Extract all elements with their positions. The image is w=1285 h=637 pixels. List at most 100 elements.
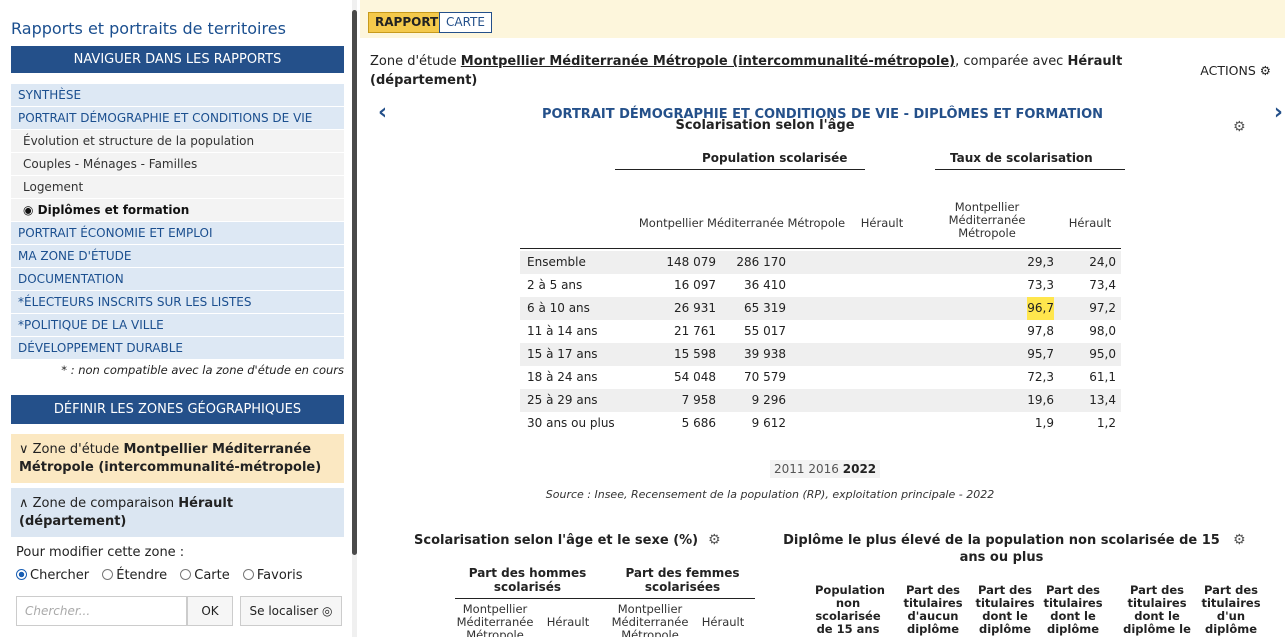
nav-item[interactable]: PORTRAIT DÉMOGRAPHIE ET CONDITIONS DE VI… bbox=[11, 107, 344, 130]
year-2022[interactable]: 2022 bbox=[843, 462, 876, 476]
nav-item[interactable]: SYNTHÈSE bbox=[11, 84, 344, 107]
sub2-title: Diplôme le plus élevé de la population n… bbox=[783, 533, 1220, 565]
cell-taux-her: 98,0 bbox=[1089, 324, 1116, 338]
nav-item-label: SYNTHÈSE bbox=[18, 88, 82, 102]
table-row: 2 à 5 ans 16 097 36 410 73,3 73,4 bbox=[520, 274, 1121, 297]
cell-pop-her: 55 017 bbox=[744, 324, 786, 338]
nav-item[interactable]: *ÉLECTEURS INSCRITS SUR LES LISTES bbox=[11, 291, 344, 314]
zone-summary: Zone d'étude Montpellier Méditerranée Mé… bbox=[370, 54, 1123, 88]
cell-pop-mmm: 54 048 bbox=[674, 370, 716, 384]
nav-item[interactable]: *POLITIQUE DE LA VILLE bbox=[11, 314, 344, 337]
cell-label: 2 à 5 ans bbox=[527, 278, 583, 292]
radio-etendre[interactable]: Étendre bbox=[102, 568, 167, 583]
target-icon: ◎ bbox=[322, 604, 333, 618]
table-title: Scolarisation selon l'âge bbox=[675, 118, 855, 133]
nav-item[interactable]: MA ZONE D'ÉTUDE bbox=[11, 245, 344, 268]
gear-icon[interactable]: ⚙ bbox=[1233, 119, 1246, 135]
nav-item-label: MA ZONE D'ÉTUDE bbox=[18, 249, 132, 263]
cell-pop-mmm: 7 958 bbox=[681, 393, 716, 407]
cell-taux-her: 97,2 bbox=[1089, 301, 1116, 315]
actions-button[interactable]: ACTIONS ⚙ bbox=[1200, 63, 1271, 78]
nav-item[interactable]: Couples - Ménages - Familles bbox=[11, 153, 344, 176]
gear-icon[interactable]: ⚙ bbox=[708, 532, 721, 548]
table-row: 6 à 10 ans 26 931 65 319 96,7 97,2 bbox=[520, 297, 1121, 320]
sub2-col-header: Part des titulaires d'aucun diplôme bbox=[903, 583, 963, 636]
locate-button[interactable]: Se localiser ◎ bbox=[240, 596, 342, 626]
cell-pop-her: 36 410 bbox=[744, 278, 786, 292]
radio-favoris[interactable]: Favoris bbox=[242, 568, 303, 583]
gear-icon: ⚙ bbox=[1259, 63, 1271, 78]
search-row: Chercher... OK Se localiser ◎ bbox=[16, 596, 342, 626]
sub1-col-her-f: Hérault bbox=[701, 615, 745, 629]
tab-bar: RAPPORT CARTE bbox=[360, 0, 1285, 38]
sub1-title: Scolarisation selon l'âge et le sexe (%) bbox=[414, 533, 699, 548]
cell-pop-mmm: 15 598 bbox=[674, 347, 716, 361]
sub2-col-header: Part des titulaires d'un diplôme bbox=[1201, 583, 1261, 636]
cell-pop-mmm: 16 097 bbox=[674, 278, 716, 292]
sub1-col-mmm-f: Montpellier Méditerranée Métropole bbox=[611, 602, 689, 637]
table-row: 25 à 29 ans 7 958 9 296 19,6 13,4 bbox=[520, 389, 1121, 412]
cell-taux-her: 73,4 bbox=[1089, 278, 1116, 292]
sub1-head-hommes: Part des hommes scolarisés bbox=[468, 566, 587, 594]
zone-etude-panel[interactable]: ∨ Zone d'étude Montpellier Méditerranée … bbox=[11, 434, 344, 483]
cell-taux-her: 1,2 bbox=[1096, 416, 1116, 430]
sub2-col-header: Part des titulaires dont le diplôme bbox=[975, 583, 1035, 636]
nav-item-label: DÉVELOPPEMENT DURABLE bbox=[18, 341, 184, 355]
sub1-col-mmm-h: Montpellier Méditerranée Métropole bbox=[456, 602, 534, 637]
cell-label: 25 à 29 ans bbox=[527, 393, 598, 407]
radio-chercher[interactable]: Chercher bbox=[16, 568, 89, 583]
chevron-down-icon: ∨ bbox=[19, 442, 29, 457]
cell-taux-mmm: 19,6 bbox=[1027, 393, 1054, 407]
panel-splitter[interactable] bbox=[352, 0, 357, 637]
cell-taux-mmm: 1,9 bbox=[1034, 416, 1054, 430]
nav-item-label: Évolution et structure de la population bbox=[23, 134, 255, 148]
cell-taux-mmm: 72,3 bbox=[1027, 370, 1054, 384]
nav-item[interactable]: ◉ Diplômes et formation bbox=[11, 199, 344, 222]
nav-header: NAVIGUER DANS LES RAPPORTS bbox=[11, 46, 344, 73]
cell-pop-mmm: 21 761 bbox=[674, 324, 716, 338]
group-pop-scolarisee: Population scolarisée bbox=[702, 151, 848, 165]
zone-comp-panel[interactable]: ∧ Zone de comparaison Hérault (départeme… bbox=[11, 488, 344, 537]
group-taux-scolarisation: Taux de scolarisation bbox=[950, 151, 1093, 165]
cell-taux-her: 61,1 bbox=[1089, 370, 1116, 384]
cell-pop-mmm: 5 686 bbox=[681, 416, 716, 430]
cell-pop-her: 9 296 bbox=[751, 393, 786, 407]
sub2-col-header: Population non scolarisée de 15 ans bbox=[815, 583, 885, 636]
table-row: Ensemble 148 079 286 170 29,3 24,0 bbox=[520, 251, 1121, 274]
cell-pop-mmm: 26 931 bbox=[674, 301, 716, 315]
cell-pop-her: 39 938 bbox=[744, 347, 786, 361]
cell-label: 30 ans ou plus bbox=[527, 416, 615, 430]
cell-pop-her: 70 579 bbox=[744, 370, 786, 384]
sub1-head-femmes: Part des femmes scolarisées bbox=[625, 566, 740, 594]
cell-label: 15 à 17 ans bbox=[527, 347, 598, 361]
zones-header: DÉFINIR LES ZONES GÉOGRAPHIQUES bbox=[11, 395, 344, 424]
nav-item[interactable]: DOCUMENTATION bbox=[11, 268, 344, 291]
tab-carte[interactable]: CARTE bbox=[439, 12, 492, 33]
year-2016[interactable]: 2016 bbox=[808, 462, 839, 476]
zone-etude-prefix: Zone d'étude bbox=[32, 442, 120, 457]
tab-rapport[interactable]: RAPPORT bbox=[368, 12, 446, 33]
nav-item[interactable]: Évolution et structure de la population bbox=[11, 130, 344, 153]
col-mmm-taux: Montpellier Méditerranée Métropole bbox=[948, 200, 1026, 240]
nav-item[interactable]: DÉVELOPPEMENT DURABLE bbox=[11, 337, 344, 360]
ok-button[interactable]: OK bbox=[187, 596, 233, 626]
cell-taux-mmm: 73,3 bbox=[1027, 278, 1054, 292]
cell-label: 6 à 10 ans bbox=[527, 301, 590, 315]
table-row: 11 à 14 ans 21 761 55 017 97,8 98,0 bbox=[520, 320, 1121, 343]
cell-pop-mmm: 148 079 bbox=[666, 255, 716, 269]
gear-icon[interactable]: ⚙ bbox=[1233, 532, 1246, 548]
nav-item[interactable]: Logement bbox=[11, 176, 344, 199]
search-input[interactable]: Chercher... bbox=[16, 596, 187, 626]
left-panel: Rapports et portraits de territoires NAV… bbox=[0, 0, 348, 637]
nav-item-label: Couples - Ménages - Familles bbox=[23, 157, 198, 171]
cell-pop-her: 286 170 bbox=[736, 255, 786, 269]
cell-taux-mmm: 97,8 bbox=[1027, 324, 1054, 338]
year-2011[interactable]: 2011 bbox=[774, 462, 805, 476]
cell-taux-her: 24,0 bbox=[1089, 255, 1116, 269]
zone-etude-link[interactable]: Montpellier Méditerranée Métropole (inte… bbox=[461, 54, 955, 69]
cell-taux-her: 95,0 bbox=[1089, 347, 1116, 361]
nav-note: * : non compatible avec la zone d'étude … bbox=[61, 363, 344, 377]
radio-carte[interactable]: Carte bbox=[180, 568, 230, 583]
nav-item[interactable]: PORTRAIT ÉCONOMIE ET EMPLOI bbox=[11, 222, 344, 245]
table-row: 30 ans ou plus 5 686 9 612 1,9 1,2 bbox=[520, 412, 1121, 435]
